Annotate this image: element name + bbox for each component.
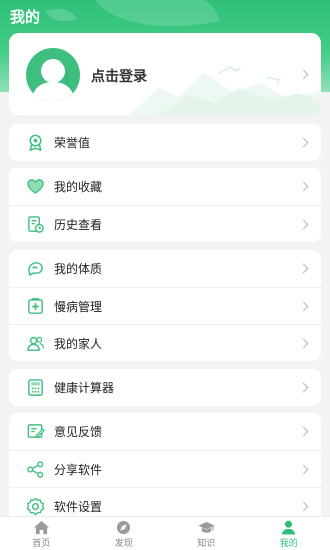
menu-group-health: 我的体质 慢病管理 我的家人 — [9, 250, 321, 361]
menu-item-constitution[interactable]: 我的体质 — [9, 250, 321, 287]
menu-group-honor: 荣誉值 — [9, 124, 321, 161]
medal-icon — [29, 134, 42, 151]
chevron-right-icon — [298, 426, 309, 437]
menu-item-history[interactable]: 历史查看 — [9, 205, 321, 242]
menu-item-honor[interactable]: 荣誉值 — [9, 124, 321, 161]
menu-group-app: 意见反馈 分享软件 软件设置 — [9, 413, 321, 524]
menu-item-share[interactable]: 分享软件 — [9, 450, 321, 487]
feedback-icon — [27, 424, 45, 438]
menu-item-label: 我的体质 — [54, 262, 103, 276]
menu-item-label: 荣誉值 — [54, 136, 91, 150]
share-icon — [27, 461, 44, 478]
menu-item-favorites[interactable]: 我的收藏 — [9, 168, 321, 205]
chevron-right-icon — [298, 137, 309, 148]
tab-label: 发现 — [114, 539, 133, 549]
menu-item-label: 我的收藏 — [54, 180, 103, 194]
menu-item-label: 软件设置 — [54, 499, 103, 514]
family-icon — [27, 336, 45, 351]
history-icon — [28, 216, 44, 233]
menu-item-chronic-disease[interactable]: 慢病管理 — [9, 287, 321, 324]
chevron-right-icon — [298, 382, 309, 393]
menu-item-label: 意见反馈 — [54, 425, 103, 439]
calculator-icon — [28, 379, 43, 396]
menu-group-calculator: 健康计算器 — [9, 369, 321, 406]
chevron-right-icon — [298, 219, 309, 230]
bottom-tab-bar: 首页 发现 知识 我的 — [0, 516, 330, 550]
body-constitution-icon — [28, 262, 43, 276]
gear-icon — [26, 497, 45, 516]
tab-knowledge[interactable]: 知识 — [165, 517, 248, 550]
login-card[interactable]: 点击登录 — [9, 33, 321, 115]
chevron-right-icon — [298, 263, 309, 274]
menu-item-label: 我的家人 — [54, 336, 103, 351]
chevron-right-icon — [298, 501, 309, 512]
discover-icon — [117, 520, 131, 535]
menu-group-collection: 我的收藏 历史查看 — [9, 168, 321, 242]
graduation-cap-icon — [198, 521, 215, 533]
tab-label: 知识 — [197, 539, 216, 549]
tab-label: 我的 — [279, 539, 298, 549]
chevron-right-icon — [298, 338, 309, 349]
menu-item-label: 分享软件 — [54, 462, 103, 477]
tab-label: 首页 — [32, 539, 51, 549]
home-icon — [33, 520, 49, 535]
medical-kit-icon — [28, 298, 43, 314]
menu-item-label: 历史查看 — [54, 217, 103, 232]
menu-item-health-calculator[interactable]: 健康计算器 — [9, 369, 321, 406]
menu-item-family[interactable]: 我的家人 — [9, 324, 321, 361]
page-title: 我的 — [10, 8, 41, 26]
menu-item-label: 慢病管理 — [54, 299, 103, 314]
tab-discover[interactable]: 发现 — [83, 517, 166, 550]
menu-item-label: 健康计算器 — [54, 381, 115, 395]
heart-icon — [27, 179, 44, 194]
user-icon — [282, 520, 296, 535]
tab-home[interactable]: 首页 — [0, 517, 83, 550]
tab-mine[interactable]: 我的 — [248, 517, 330, 550]
chevron-right-icon — [298, 301, 309, 312]
menu-item-feedback[interactable]: 意见反馈 — [9, 413, 321, 450]
leaf-decoration — [45, 2, 77, 28]
chevron-right-icon — [298, 181, 309, 192]
login-prompt[interactable]: 点击登录 — [91, 66, 147, 86]
avatar[interactable] — [26, 48, 80, 102]
chevron-right-icon — [298, 464, 309, 475]
